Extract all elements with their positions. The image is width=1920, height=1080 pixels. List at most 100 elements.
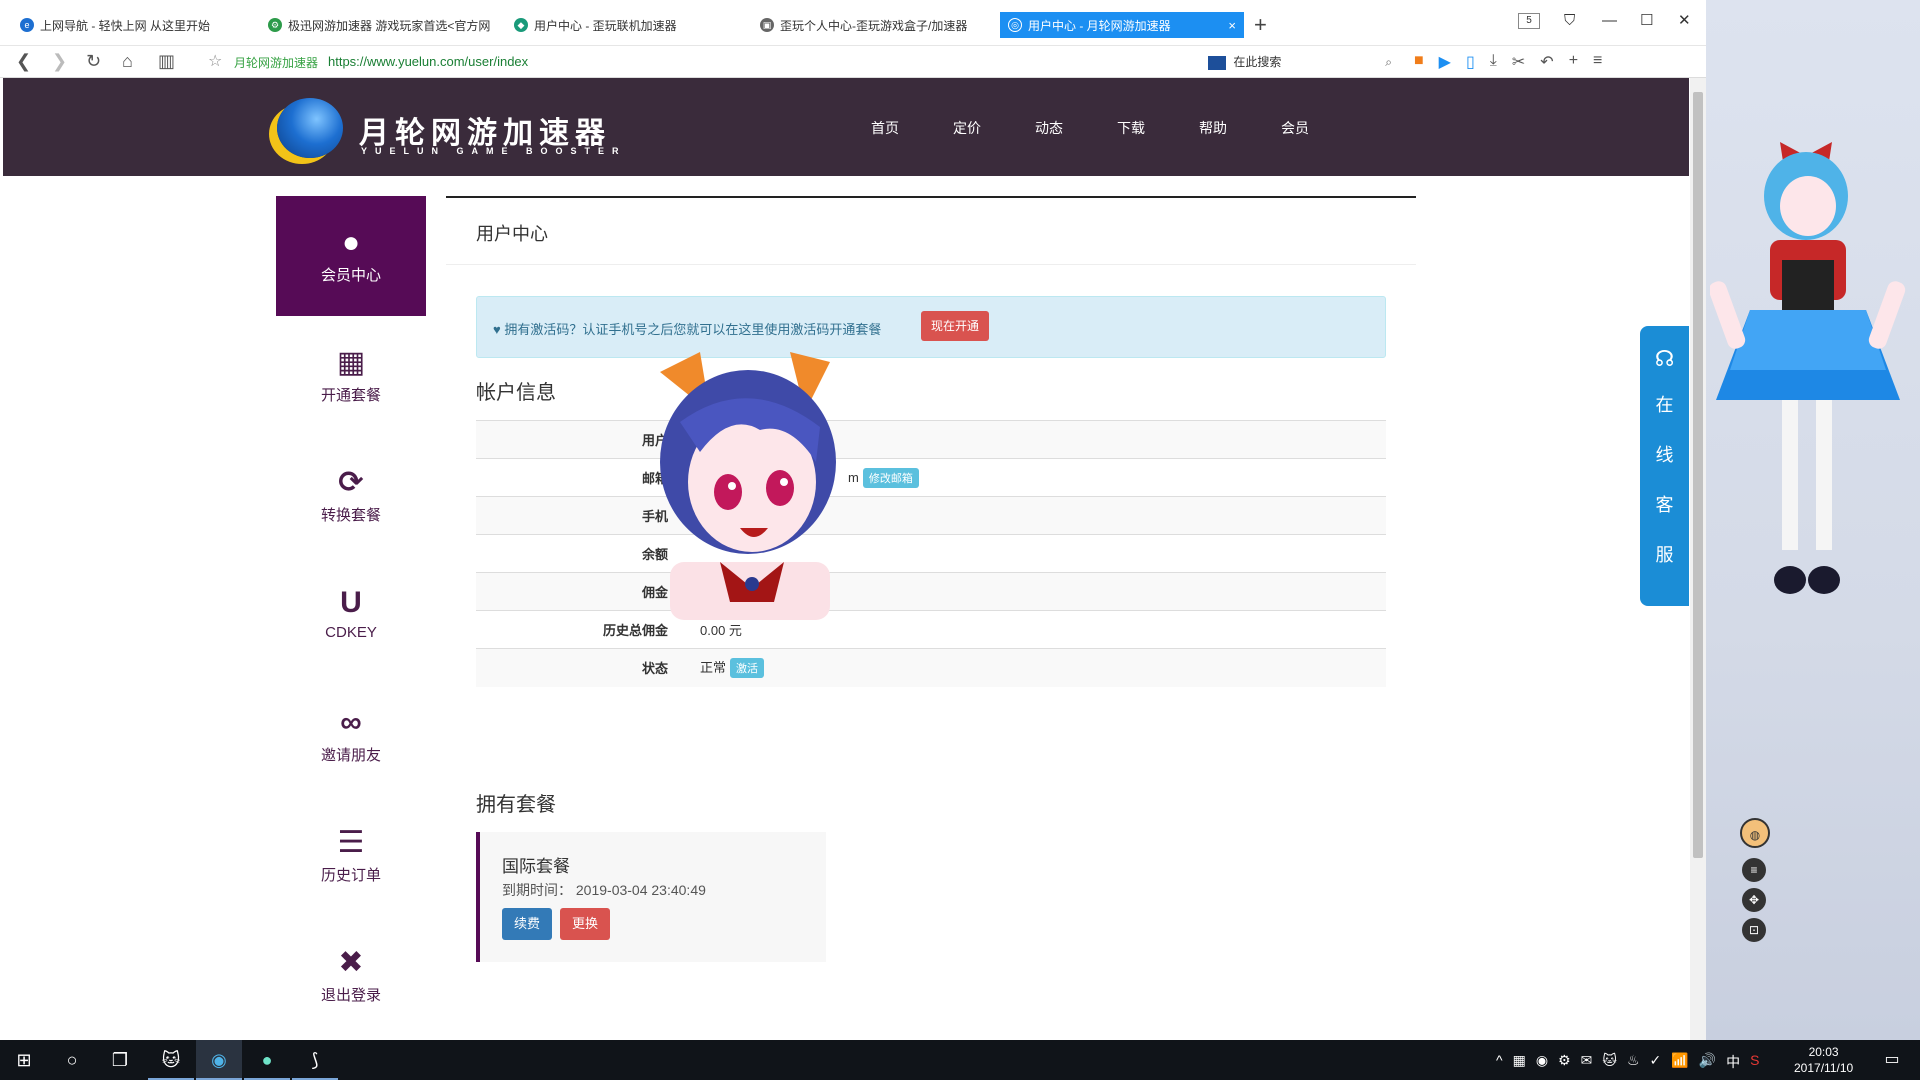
user-sidebar: ● 会员中心 ▦ 开通套餐 ⟳ 转换套餐 U CDKEY ∞ 邀请朋友 ☰ 历史… bbox=[276, 196, 426, 1036]
status-badge: 激活 bbox=[730, 658, 765, 679]
close-tab-icon[interactable]: × bbox=[1216, 18, 1236, 33]
tray-mail-icon[interactable]: ✉ bbox=[1581, 1052, 1593, 1072]
taskbar-app-booster[interactable]: ● bbox=[244, 1040, 290, 1080]
change-package-button[interactable]: 更换 bbox=[560, 908, 611, 940]
task-view-icon[interactable]: ❐ bbox=[106, 1046, 134, 1074]
ime-indicator[interactable]: 中 bbox=[1726, 1052, 1740, 1072]
nav-home[interactable]: 首页 bbox=[871, 118, 953, 138]
desktop-mascot[interactable] bbox=[1710, 130, 1906, 620]
tab-count-badge[interactable]: 5 bbox=[1518, 13, 1540, 29]
sidebar-item-member-center[interactable]: ● 会员中心 bbox=[276, 196, 426, 316]
tray-browser-icon[interactable]: ◉ bbox=[1536, 1052, 1548, 1072]
mascot-move-icon[interactable]: ✥ bbox=[1742, 888, 1766, 912]
mascot-ball-icon[interactable]: ◍ bbox=[1740, 818, 1770, 848]
sidebar-item-open-package[interactable]: ▦ 开通套餐 bbox=[276, 316, 426, 436]
sidebar-item-invite[interactable]: ∞ 邀请朋友 bbox=[276, 676, 426, 796]
wifi-icon[interactable]: 📶 bbox=[1671, 1052, 1688, 1072]
search-icon[interactable]: ⌕ bbox=[1385, 51, 1392, 73]
tray-steam-icon[interactable]: ⚙ bbox=[1558, 1052, 1571, 1072]
phone-icon[interactable]: ▯ bbox=[1466, 52, 1475, 72]
reader-button[interactable]: ▥ bbox=[158, 50, 175, 72]
tray-check-icon[interactable]: ✓ bbox=[1650, 1052, 1662, 1072]
table-row: 用户 bbox=[476, 420, 1386, 459]
search-engine-icon[interactable] bbox=[1208, 55, 1226, 70]
tab-title: 歪玩个人中心-歪玩游戏盒子/加速器 bbox=[780, 18, 968, 33]
site-favicon-icon: ▣ bbox=[760, 18, 774, 32]
site-name-label: 月轮网游加速器 bbox=[234, 56, 319, 70]
headset-icon: ☊ bbox=[1654, 346, 1675, 371]
packages-heading: 拥有套餐 bbox=[476, 794, 556, 816]
scissors-icon[interactable]: ✂ bbox=[1512, 52, 1525, 72]
link-icon: ∞ bbox=[340, 706, 362, 739]
maximize-button[interactable]: ☐ bbox=[1640, 12, 1653, 30]
tray-java-icon[interactable]: ♨ bbox=[1627, 1052, 1640, 1072]
new-tab-button[interactable]: + bbox=[1254, 12, 1267, 38]
sidebar-item-label: 退出登录 bbox=[320, 987, 381, 1004]
tray-cat-icon[interactable]: 🐱 bbox=[1602, 1052, 1617, 1072]
taskbar-app-steam[interactable]: ⟆ bbox=[292, 1040, 338, 1080]
sidebar-item-order-history[interactable]: ☰ 历史订单 bbox=[276, 796, 426, 916]
ie-icon: e bbox=[20, 18, 34, 32]
browser-tab-3[interactable]: ◆ 用户中心 - 歪玩联机加速器 bbox=[514, 12, 742, 38]
home-button[interactable]: ⌂ bbox=[122, 50, 133, 72]
forward-button[interactable]: ❯ bbox=[52, 50, 67, 72]
taskbar-clock[interactable]: 20:03 2017/11/10 bbox=[1794, 1044, 1853, 1076]
cortana-icon[interactable]: ○ bbox=[58, 1046, 86, 1074]
account-info-table: 用户 邮箱 m 修改邮箱 手机 余额 佣金 历史总佣金 0.00 元 状态 正常激… bbox=[476, 420, 1386, 687]
expiry-value: 2019-03-04 23:40:49 bbox=[575, 882, 706, 898]
taskbar-app-cat[interactable]: 🐱 bbox=[148, 1040, 194, 1080]
activate-now-button[interactable]: 现在开通 bbox=[921, 311, 990, 341]
skin-icon[interactable]: ⛉ bbox=[1564, 12, 1575, 30]
back-button[interactable]: ❮ bbox=[16, 50, 31, 72]
taskbar-app-browser[interactable]: ◉ bbox=[196, 1040, 242, 1080]
mascot-menu-icon[interactable]: ≡ bbox=[1742, 858, 1766, 882]
nav-download[interactable]: 下载 bbox=[1117, 118, 1199, 138]
windows-start-icon[interactable]: ⊞ bbox=[10, 1046, 38, 1074]
close-window-button[interactable]: ✕ bbox=[1678, 12, 1691, 30]
browser-tab-1[interactable]: e 上网导航 - 轻快上网 从这里开始 bbox=[20, 12, 250, 38]
nav-member[interactable]: 会员 bbox=[1281, 118, 1363, 138]
change-email-badge[interactable]: 修改邮箱 bbox=[862, 467, 919, 488]
tab-title: 用户中心 - 月轮网游加速器 bbox=[1028, 18, 1171, 33]
url-field[interactable]: https://www.yuelun.com/user/index bbox=[328, 54, 528, 69]
row-value-text: 0.00 元 bbox=[700, 623, 742, 638]
bookmark-star-icon[interactable]: ☆ bbox=[208, 51, 222, 71]
online-service-label: 在线客服 bbox=[1655, 395, 1674, 565]
sidebar-item-logout[interactable]: ✖ 退出登录 bbox=[276, 916, 426, 1036]
tray-expand-icon[interactable]: ^ bbox=[1496, 1052, 1503, 1072]
notification-icon[interactable]: ▭ bbox=[1878, 1046, 1906, 1074]
sidebar-item-cdkey[interactable]: U CDKEY bbox=[276, 556, 426, 676]
play-icon[interactable]: ▶ bbox=[1439, 52, 1451, 72]
plus-icon[interactable]: + bbox=[1569, 52, 1578, 72]
nav-pricing[interactable]: 定价 bbox=[953, 118, 1035, 138]
sidebar-item-label: CDKEY bbox=[325, 624, 377, 641]
online-service-button[interactable]: ☊ 在线客服 bbox=[1640, 326, 1689, 606]
logo-globe-icon[interactable] bbox=[277, 98, 343, 158]
search-input[interactable]: 在此搜索 ⌕ bbox=[1208, 51, 1398, 73]
mascot-window-icon[interactable]: ⊡ bbox=[1742, 918, 1766, 942]
page-scrollbar[interactable] bbox=[1690, 78, 1706, 1040]
anime-character-overlay[interactable] bbox=[640, 352, 856, 620]
browser-tab-4[interactable]: ▣ 歪玩个人中心-歪玩游戏盒子/加速器 bbox=[760, 12, 988, 38]
volume-icon[interactable]: 🔊 bbox=[1699, 1052, 1716, 1072]
refresh-icon: ⟳ bbox=[338, 466, 364, 499]
list-icon: ☰ bbox=[337, 826, 365, 859]
browser-tab-2[interactable]: ⚙ 极迅网游加速器 游戏玩家首选<官方网 bbox=[268, 12, 496, 38]
clock-time: 20:03 bbox=[1808, 1045, 1839, 1059]
download-icon[interactable]: ⤓ bbox=[1490, 52, 1497, 72]
sogou-ime-icon[interactable]: S bbox=[1750, 1052, 1759, 1072]
renew-button[interactable]: 续费 bbox=[502, 908, 553, 940]
camera-icon[interactable]: ■ bbox=[1414, 52, 1424, 72]
sidebar-item-switch-package[interactable]: ⟳ 转换套餐 bbox=[276, 436, 426, 556]
tray-app-icon[interactable]: ▦ bbox=[1513, 1052, 1526, 1072]
scrollbar-thumb[interactable] bbox=[1693, 92, 1703, 858]
nav-help[interactable]: 帮助 bbox=[1199, 118, 1281, 138]
nav-news[interactable]: 动态 bbox=[1035, 118, 1117, 138]
minimize-button[interactable]: — bbox=[1602, 12, 1617, 30]
menu-icon[interactable]: ≡ bbox=[1593, 52, 1602, 72]
undo-icon[interactable]: ↶ bbox=[1540, 52, 1553, 72]
logo-subtitle: YUELUN GAME BOOSTER bbox=[361, 146, 627, 156]
browser-tab-active[interactable]: ◎ 用户中心 - 月轮网游加速器 × bbox=[1000, 12, 1244, 38]
reload-button[interactable]: ↻ bbox=[86, 50, 101, 72]
sidebar-item-label: 邀请朋友 bbox=[320, 747, 381, 764]
